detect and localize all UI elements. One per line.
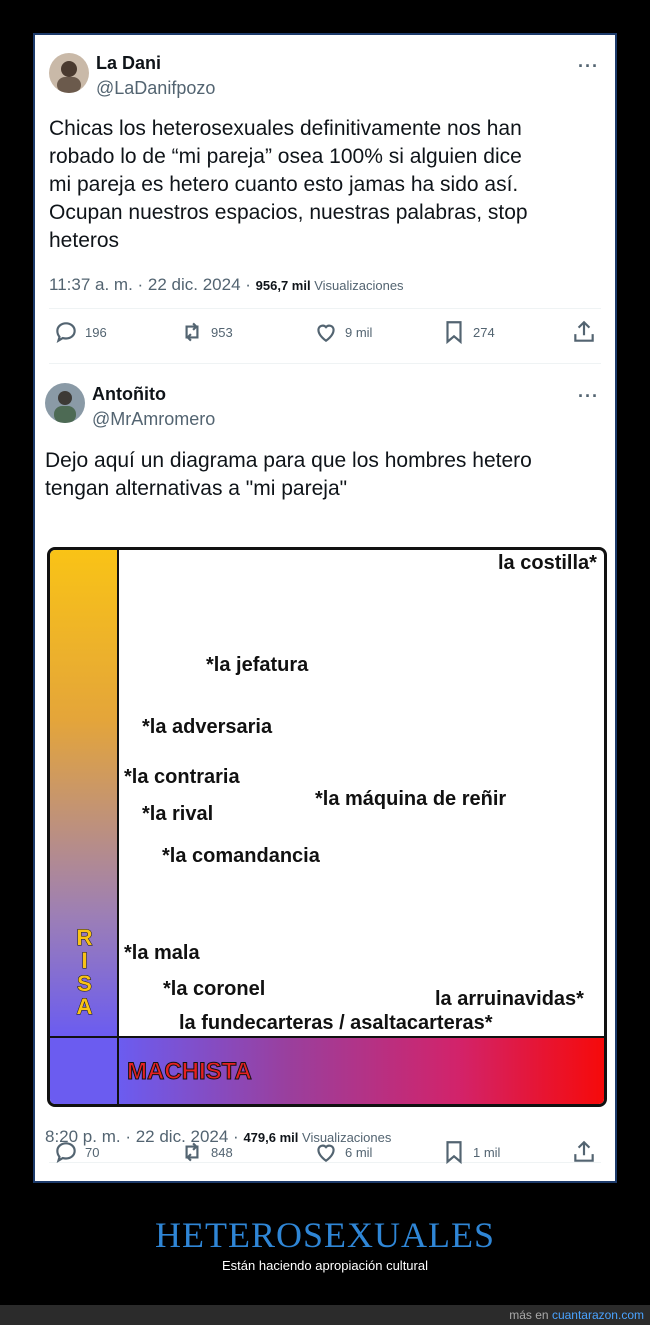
y-axis-letter: I [81,948,88,973]
bookmark-button[interactable]: 274 [441,319,495,345]
like-button[interactable]: 9 mil [313,319,372,345]
bookmark-count: 1 mil [473,1144,501,1160]
diagram-label: *la mala [124,942,200,964]
bookmark-icon [446,1141,462,1165]
retweet-button[interactable]: 848 [179,1139,233,1165]
heart-icon [317,1144,335,1162]
diagram-label: la arruinavidas* [435,988,584,1010]
diagram-label: *la rival [142,803,214,825]
diagram-label: *la comandancia [162,845,320,867]
y-axis-label: RISA [50,925,119,1019]
avatar-image [49,53,89,93]
tweet-text-line: robado lo de “mi pareja” osea 100% si al… [49,145,522,168]
tweet-separator [49,363,601,364]
footer-text: más en cuantarazon.com [509,1308,644,1322]
tweet-text-line: Chicas los heterosexuales definitivament… [49,117,522,140]
author-handle[interactable]: @LaDanifpozo [96,78,215,99]
tweet-la-dani: La Dani @LaDanifpozo ··· Chicas los hete… [35,35,615,363]
like-count: 9 mil [345,324,373,340]
footer-bar: más en cuantarazon.com [0,1305,650,1325]
author-name[interactable]: Antoñito [92,384,166,405]
tweet-antonito: Antoñito @MrAmromero ··· Dejo aquí un di… [35,367,615,1181]
reply-icon [56,322,76,344]
y-axis-letter: R [76,925,93,950]
retweet-icon [185,1142,199,1162]
author-name[interactable]: La Dani [96,53,161,74]
avatar[interactable] [45,383,85,423]
divider [49,308,601,309]
avatar[interactable] [49,53,89,93]
diagram-image[interactable]: RISA MACHISTA la costilla* *la jefatura … [47,547,607,1107]
share-button[interactable] [571,1139,597,1165]
x-axis-label: MACHISTA [127,1058,253,1086]
reply-count: 196 [85,324,107,340]
footer-prefix: más en [509,1308,552,1322]
caption-title: HETEROSEXUALES [155,1215,495,1255]
more-options-icon[interactable]: ··· [578,387,599,405]
share-button[interactable] [571,319,597,345]
retweet-count: 848 [211,1144,233,1160]
action-bar: 70 848 6 mil 1 mil [49,1139,601,1173]
action-bar: 196 953 9 mil 274 [49,319,601,353]
diagram-label: la costilla* [498,552,597,574]
more-options-icon[interactable]: ··· [578,57,599,75]
author-handle[interactable]: @MrAmromero [92,409,215,430]
caption-subtitle: Están haciendo apropiación cultural [222,1258,428,1273]
tweet-text: Chicas los heterosexuales definitivament… [49,115,601,255]
tweet-text-line: tengan alternativas a "mi pareja" [45,477,348,500]
tweet-meta: 11:37 a. m. · 22 dic. 2024 · 956,7 mil V… [49,275,404,295]
like-button[interactable]: 6 mil [313,1139,372,1165]
diagram-label: *la máquina de reñir [315,788,507,810]
reply-button[interactable]: 196 [53,319,107,345]
timestamp[interactable]: 11:37 a. m. · 22 dic. 2024 · [49,275,256,294]
diagram-label: *la jefatura [206,654,309,676]
tweets-frame: La Dani @LaDanifpozo ··· Chicas los hete… [33,33,617,1183]
tweet-text: Dejo aquí un diagrama para que los hombr… [45,447,601,503]
views-label: Visualizaciones [310,278,404,293]
axis-corner [50,1036,119,1104]
diagram-label: la fundecarteras / asaltacarteras* [179,1012,493,1034]
bookmark-button[interactable]: 1 mil [441,1139,500,1165]
retweet-count: 953 [211,324,233,340]
bookmark-count: 274 [473,324,495,340]
retweet-icon [185,322,199,342]
diagram-label: *la contraria [124,766,240,788]
tweet-text-line: Dejo aquí un diagrama para que los hombr… [45,449,532,472]
x-axis-bar: MACHISTA [119,1036,604,1104]
reply-icon [56,1142,76,1164]
reply-button[interactable]: 70 [53,1139,99,1165]
site-link[interactable]: cuantarazon.com [552,1308,644,1322]
tweet-text-line: heteros [49,229,120,252]
heart-icon [317,324,335,342]
diagram-label: *la coronel [163,978,266,1000]
share-icon [574,320,594,342]
tweet-text-line: mi pareja es hetero cuanto esto jamas ha… [49,173,519,196]
view-count: 956,7 mil [255,278,311,293]
diagram-label: *la adversaria [142,716,273,738]
y-axis-letter: A [76,994,93,1019]
tweet-text-line: Ocupan nuestros espacios, nuestras palab… [49,201,528,224]
retweet-button[interactable]: 953 [179,319,233,345]
avatar-image [45,383,85,423]
y-axis-letter: S [77,971,93,996]
like-count: 6 mil [345,1144,373,1160]
bookmark-icon [446,321,462,345]
reply-count: 70 [85,1144,100,1160]
share-icon [574,1140,594,1162]
